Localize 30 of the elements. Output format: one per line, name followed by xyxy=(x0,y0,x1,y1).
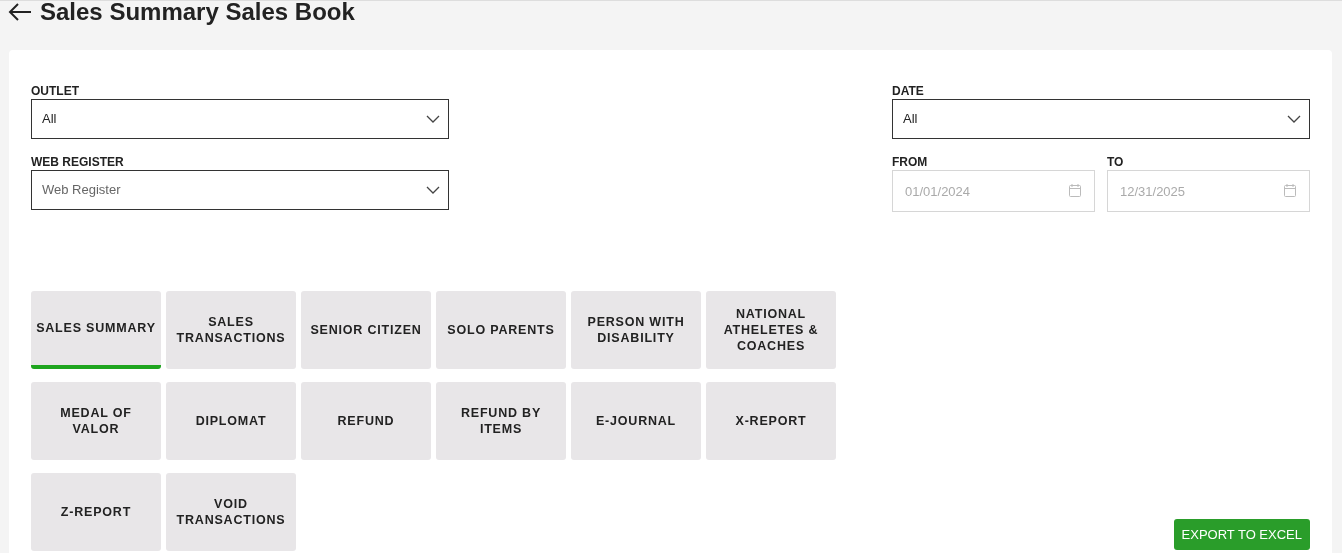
field-label: OUTLET xyxy=(31,84,80,98)
report-tab[interactable]: REFUND BY ITEMS xyxy=(436,382,566,460)
web-register-select[interactable]: Web Register xyxy=(31,170,449,210)
page-title: Sales Summary Sales Book xyxy=(40,1,355,26)
report-tab[interactable]: PERSON WITH DISABILITY xyxy=(571,291,701,369)
report-tab[interactable]: MEDAL OF VALOR xyxy=(31,382,161,460)
calendar-icon xyxy=(1284,184,1296,197)
chevron-down-icon xyxy=(426,186,440,194)
report-tab[interactable]: NATIONAL ATHELETES & COACHES xyxy=(706,291,836,369)
report-tab[interactable]: E-JOURNAL xyxy=(571,382,701,460)
chevron-down-icon xyxy=(1287,115,1301,123)
report-tab[interactable]: SALES TRANSACTIONS xyxy=(166,291,296,369)
chevron-down-icon xyxy=(426,115,440,123)
field-label: DATE xyxy=(892,84,925,98)
report-tab[interactable]: VOID TRANSACTIONS xyxy=(166,473,296,551)
calendar-icon xyxy=(1069,184,1081,197)
report-tab[interactable]: X-REPORT xyxy=(706,382,836,460)
field-label: WEB REGISTER xyxy=(31,155,125,169)
field-label: FROM xyxy=(892,155,929,169)
report-tab[interactable]: DIPLOMAT xyxy=(166,382,296,460)
report-tab[interactable]: SOLO PARENTS xyxy=(436,291,566,369)
report-tab[interactable]: SALES SUMMARY xyxy=(31,291,161,369)
date-select[interactable]: All xyxy=(892,99,1310,139)
outlet-select[interactable]: All xyxy=(31,99,449,139)
field-label: TO xyxy=(1107,155,1125,169)
report-tab[interactable]: Z-REPORT xyxy=(31,473,161,551)
export-to-excel-button[interactable]: EXPORT TO EXCEL xyxy=(1173,519,1310,550)
report-tab[interactable]: REFUND xyxy=(301,382,431,460)
back-arrow-icon[interactable] xyxy=(8,1,32,22)
report-tab[interactable]: SENIOR CITIZEN xyxy=(301,291,431,369)
